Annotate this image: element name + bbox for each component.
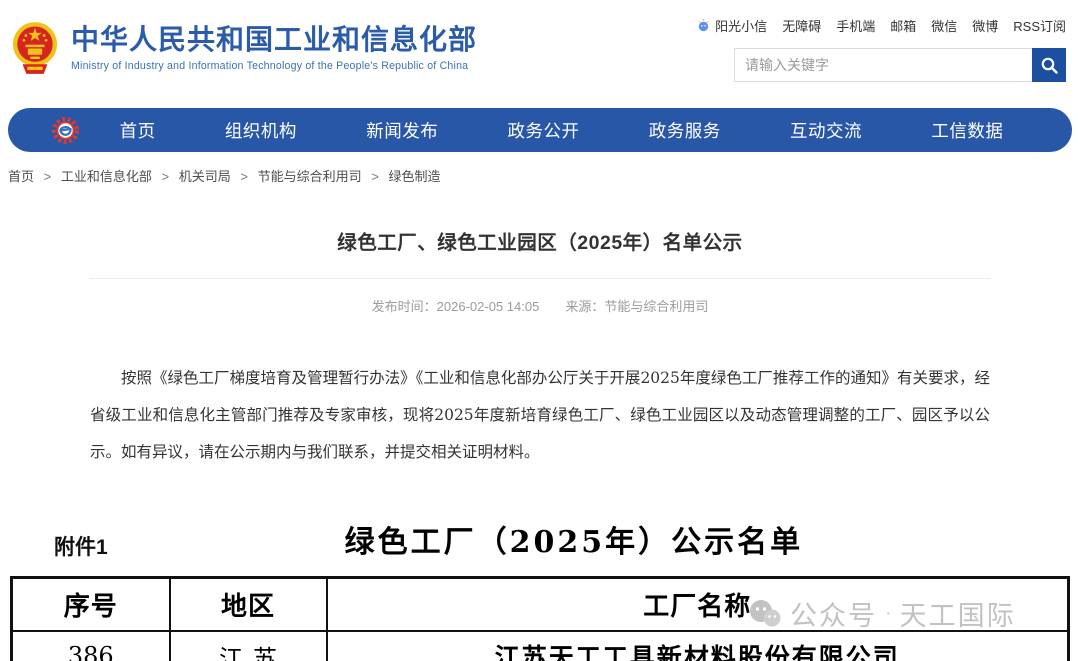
sunshine-bot-icon: [696, 18, 711, 33]
publish-time-value: 2026-02-05 14:05: [437, 299, 540, 314]
search-icon: [1040, 56, 1059, 75]
article-body: 按照《绿色工厂梯度培育及管理暂行办法》《工业和信息化部办公厅关于开展2025年度…: [90, 360, 990, 471]
nav-item-organization[interactable]: 组织机构: [225, 118, 297, 143]
col-header-serial: 序号: [12, 578, 170, 631]
attachment-header: 附件1 绿色工厂（2025年）公示名单: [0, 517, 1080, 561]
breadcrumb-separator: >: [240, 169, 248, 184]
quick-link-label: 邮箱: [890, 16, 916, 35]
nav-item-gov-affairs[interactable]: 政务公开: [507, 118, 579, 143]
quick-link-label: 手机端: [836, 16, 875, 35]
search-bar: [734, 48, 1066, 82]
cell-serial: 386: [12, 631, 170, 661]
quick-link-wechat[interactable]: 微信: [931, 16, 957, 35]
quick-link-label: 阳光小信: [715, 16, 767, 35]
publish-time-label: 发布时间：: [372, 299, 437, 314]
site-logo-home-link[interactable]: 中华人民共和国工业和信息化部 Ministry of Industry and …: [12, 18, 477, 78]
table-row: 386 江苏 江苏天工工具新材料股份有限公司: [12, 631, 1069, 661]
col-header-region: 地区: [170, 578, 327, 631]
green-factory-table: 序号 地区 工厂名称 386 江苏 江苏天工工具新材料股份有限公司: [10, 576, 1070, 661]
table-header-row: 序号 地区 工厂名称: [12, 578, 1069, 631]
main-navbar: 首页 组织机构 新闻发布 政务公开 政务服务 互动交流 工信数据: [8, 108, 1072, 152]
nav-item-miit-data[interactable]: 工信数据: [931, 118, 1003, 143]
search-input[interactable]: [734, 48, 1032, 82]
page: 中华人民共和国工业和信息化部 Ministry of Industry and …: [0, 0, 1080, 661]
breadcrumb-energy-dept[interactable]: 节能与综合利用司: [258, 169, 362, 184]
col-header-factory-name: 工厂名称: [327, 578, 1069, 631]
article: 绿色工厂、绿色工业园区（2025年）名单公示 发布时间：2026-02-05 1…: [90, 226, 990, 471]
breadcrumb-separator: >: [371, 169, 379, 184]
source-value: 节能与综合利用司: [604, 299, 708, 314]
quick-link-rss[interactable]: RSS订阅: [1013, 16, 1066, 35]
breadcrumb-home[interactable]: 首页: [8, 169, 34, 184]
source-label: 来源：: [565, 299, 604, 314]
article-meta: 发布时间：2026-02-05 14:05 来源：节能与综合利用司: [90, 296, 990, 315]
quick-link-label: 微博: [972, 16, 998, 35]
breadcrumb-miit[interactable]: 工业和信息化部: [61, 169, 152, 184]
quick-link-sunshine[interactable]: 阳光小信: [696, 16, 767, 35]
cell-factory-name: 江苏天工工具新材料股份有限公司: [327, 631, 1069, 661]
quick-link-label: 微信: [931, 16, 957, 35]
title-divider: [90, 278, 990, 279]
search-button[interactable]: [1032, 48, 1066, 82]
nav-item-news[interactable]: 新闻发布: [366, 118, 438, 143]
nav-item-interaction[interactable]: 互动交流: [790, 118, 862, 143]
site-title-block: 中华人民共和国工业和信息化部 Ministry of Industry and …: [71, 24, 477, 72]
site-title-en: Ministry of Industry and Information Tec…: [71, 60, 477, 72]
header-right: 阳光小信 无障碍 手机端 邮箱 微信 微博 RSS订阅: [734, 16, 1066, 82]
nav-item-gov-services[interactable]: 政务服务: [649, 118, 721, 143]
breadcrumb-departments[interactable]: 机关司局: [179, 169, 231, 184]
breadcrumb-separator: >: [44, 169, 52, 184]
quick-link-mail[interactable]: 邮箱: [890, 16, 916, 35]
cell-region: 江苏: [170, 631, 327, 661]
breadcrumb-separator: >: [162, 169, 170, 184]
quick-link-weibo[interactable]: 微博: [972, 16, 998, 35]
miit-logo-icon[interactable]: [52, 117, 79, 144]
attachment-label: 附件1: [54, 531, 108, 561]
nav-item-home[interactable]: 首页: [120, 118, 156, 143]
quick-link-mobile[interactable]: 手机端: [836, 16, 875, 35]
quick-link-label: 无障碍: [782, 16, 821, 35]
breadcrumb: 首页 > 工业和信息化部 > 机关司局 > 节能与综合利用司 > 绿色制造: [0, 152, 1080, 185]
site-title-cn: 中华人民共和国工业和信息化部: [71, 24, 477, 56]
breadcrumb-green-manufacturing: 绿色制造: [388, 169, 440, 184]
article-title: 绿色工厂、绿色工业园区（2025年）名单公示: [90, 226, 990, 255]
nav-items: 首页 组织机构 新闻发布 政务公开 政务服务 互动交流 工信数据: [85, 118, 1038, 143]
quick-links: 阳光小信 无障碍 手机端 邮箱 微信 微博 RSS订阅: [734, 16, 1066, 35]
site-header: 中华人民共和国工业和信息化部 Ministry of Industry and …: [0, 0, 1080, 104]
quick-link-label: RSS订阅: [1013, 16, 1066, 35]
quick-link-accessibility[interactable]: 无障碍: [782, 16, 821, 35]
attachment-doc-title: 绿色工厂（2025年）公示名单: [108, 517, 1080, 561]
national-emblem-icon: [12, 18, 58, 78]
